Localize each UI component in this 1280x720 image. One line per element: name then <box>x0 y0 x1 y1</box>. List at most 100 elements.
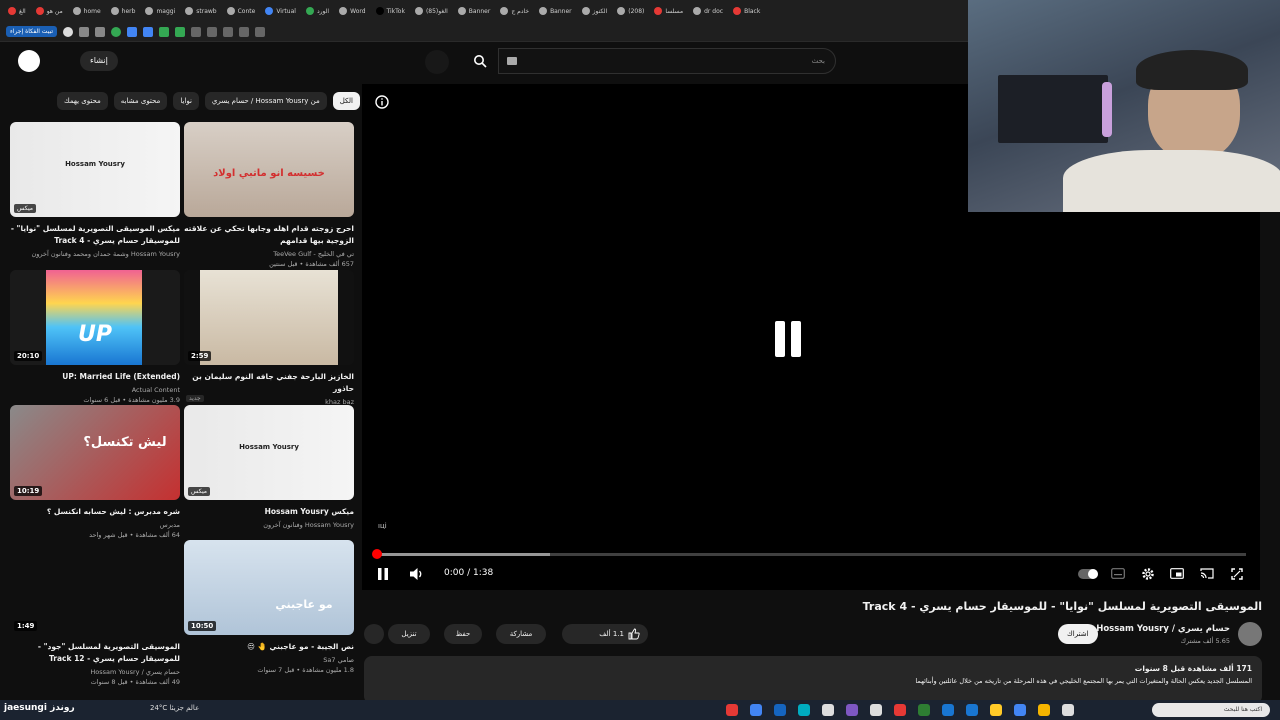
card-title[interactable]: الخازيز البارحة جفني جافه النوم سليمان ب… <box>184 371 354 395</box>
card-title[interactable]: الموسيقى التصويرية لمسلسل "جود" - للموسي… <box>10 641 180 665</box>
filter-chip[interactable]: محتوى يهمك <box>56 92 108 110</box>
bookmark-icon[interactable] <box>63 26 73 37</box>
browser-tab[interactable]: Conte <box>223 2 260 20</box>
channel-avatar[interactable] <box>1238 622 1262 646</box>
miniplayer-icon[interactable] <box>1170 568 1184 579</box>
taskbar-search[interactable]: اكتب هنا للبحث <box>1152 703 1270 717</box>
bookmark-icon[interactable] <box>207 26 217 37</box>
recommendation-card[interactable]: 1:49 الموسيقى التصويرية لمسلسل "جود" - لل… <box>10 540 180 686</box>
card-channel[interactable]: Hossam Yousry وفنانون آخرون <box>184 520 354 530</box>
taskbar-app-icon[interactable] <box>990 704 1002 716</box>
card-title[interactable]: UP: Married Life (Extended) <box>10 371 180 383</box>
recommendation-card[interactable]: Hossam Yousry ميكس ميكس الموسيقى التصويرية… <box>10 122 180 262</box>
card-title[interactable]: ميكس الموسيقى التصويرية لمسلسل "نوايا" -… <box>10 223 180 247</box>
video-thumbnail[interactable]: مو عاجبني 10:50 <box>184 540 354 635</box>
progress-scrubber[interactable] <box>372 549 382 559</box>
autoplay-toggle[interactable] <box>1078 569 1098 579</box>
browser-tab[interactable]: (85)الغو <box>411 2 452 20</box>
taskbar-app-icon[interactable] <box>966 704 978 716</box>
taskbar-app-icon[interactable] <box>1038 704 1050 716</box>
browser-tab[interactable]: Banner <box>535 2 576 20</box>
browser-tab[interactable]: Black <box>729 2 764 20</box>
account-avatar[interactable] <box>18 50 40 72</box>
video-thumbnail[interactable]: 1:49 <box>10 540 180 635</box>
subscribe-button[interactable]: اشتراك <box>1058 624 1098 644</box>
bookmark-icon[interactable] <box>255 26 265 37</box>
browser-tab[interactable]: من هو <box>32 2 67 20</box>
recommendation-card[interactable]: خسيسه انو ماتبي اولاد احرج زوجته قدام اهل… <box>184 122 354 268</box>
bookmark-action-button[interactable]: تبيت الفكاة إجراء <box>6 26 57 37</box>
search-button[interactable] <box>462 48 498 74</box>
recommendation-card[interactable]: مو عاجبني 10:50 نص الجيبة - مو عاجبني 🤚 😒 ص… <box>184 540 354 680</box>
filter-chip[interactable]: محتوى مشابه <box>113 92 168 110</box>
more-actions-button[interactable] <box>364 624 384 644</box>
filter-chip[interactable]: من Hossam Yousry / حسام يسري <box>204 92 327 110</box>
taskbar-app-icon[interactable] <box>822 704 834 716</box>
bookmark-icon[interactable] <box>143 26 153 37</box>
like-dislike-button[interactable]: 1.1 ألف <box>562 624 648 644</box>
browser-tab[interactable]: Banner <box>454 2 495 20</box>
browser-tab[interactable]: الكنوز <box>578 2 612 20</box>
filter-chip[interactable]: الكل <box>332 92 360 110</box>
progress-bar[interactable] <box>372 549 1246 559</box>
channel-name[interactable]: حسام يسري / Hossam Yousry <box>1096 624 1230 634</box>
recommendation-card[interactable]: UP 20:10 UP: Married Life (Extended) Actual… <box>10 270 180 410</box>
video-thumbnail[interactable]: 2:59 <box>184 270 354 365</box>
share-button[interactable]: مشاركة <box>496 624 546 644</box>
bookmark-icon[interactable] <box>79 26 89 37</box>
bookmark-icon[interactable] <box>127 26 137 37</box>
taskbar-app-icon[interactable] <box>894 704 906 716</box>
pause-overlay-icon[interactable] <box>775 321 803 357</box>
taskbar-app-icon[interactable] <box>870 704 882 716</box>
video-thumbnail[interactable]: Hossam Yousry ميكس <box>184 405 354 500</box>
description-box[interactable]: 171 ألف مشاهدة قبل 8 سنوات المسلسل الجدي… <box>364 656 1262 704</box>
browser-tab[interactable]: maggi <box>141 2 179 20</box>
taskbar-app-icon[interactable] <box>774 704 786 716</box>
card-title[interactable]: نص الجيبة - مو عاجبني 🤚 😒 <box>184 641 354 653</box>
settings-gear-icon[interactable] <box>1141 567 1155 581</box>
card-channel[interactable]: صامي Sa7 <box>184 655 354 665</box>
card-title[interactable]: احرج زوجته قدام اهله وجابها تحكي عن علاق… <box>184 223 354 247</box>
filter-chip[interactable]: نوايا <box>173 92 199 110</box>
taskbar-app-icon[interactable] <box>918 704 930 716</box>
browser-tab[interactable]: TikTok <box>372 2 409 20</box>
create-button[interactable]: إنشاء <box>80 51 118 71</box>
info-icon[interactable] <box>375 95 389 109</box>
bookmark-icon[interactable] <box>223 26 233 37</box>
taskbar-app-icon[interactable] <box>942 704 954 716</box>
recommendation-card[interactable]: Hossam Yousry ميكس ميكس Hossam Yousry Hossa… <box>184 405 354 545</box>
card-title[interactable]: شره مدبرس : ليش حسابه انكنسل ؟ <box>10 506 180 518</box>
bookmark-icon[interactable] <box>175 26 185 37</box>
recommendation-card[interactable]: 2:59 الخازيز البارحة جفني جافه النوم سليم… <box>184 270 354 416</box>
taskbar-app-icon[interactable] <box>1014 704 1026 716</box>
card-channel[interactable]: مدبرس <box>10 520 180 530</box>
pause-icon[interactable] <box>378 568 388 580</box>
video-thumbnail[interactable]: خسيسه انو ماتبي اولاد <box>184 122 354 217</box>
voice-search-button[interactable] <box>425 50 449 74</box>
bookmark-icon[interactable] <box>95 26 105 37</box>
taskbar-app-icon[interactable] <box>798 704 810 716</box>
browser-tab[interactable]: home <box>69 2 105 20</box>
browser-tab[interactable]: (208) <box>613 2 648 20</box>
browser-tab[interactable]: dr doc <box>689 2 727 20</box>
browser-tab[interactable]: Word <box>335 2 369 20</box>
browser-tab[interactable]: الغ <box>4 2 30 20</box>
browser-tab[interactable]: herb <box>107 2 140 20</box>
bookmark-icon[interactable] <box>191 26 201 37</box>
fullscreen-icon[interactable] <box>1231 568 1243 580</box>
bookmark-icon[interactable] <box>159 26 169 37</box>
taskbar-app-icon[interactable] <box>1062 704 1074 716</box>
video-thumbnail[interactable]: Hossam Yousry ميكس <box>10 122 180 217</box>
keyboard-icon[interactable] <box>507 57 517 65</box>
save-button[interactable]: حفظ <box>444 624 482 644</box>
browser-tab[interactable]: الورد <box>302 2 333 20</box>
recommendation-card[interactable]: ليش تكنسل؟ 10:19 شره مدبرس : ليش حسابه انك… <box>10 405 180 545</box>
taskbar-app-icon[interactable] <box>750 704 762 716</box>
channel-watermark[interactable]: ıцi <box>378 522 396 540</box>
browser-tab[interactable]: خادم ج <box>496 2 533 20</box>
cast-icon[interactable] <box>1200 568 1214 579</box>
subtitles-icon[interactable] <box>1111 568 1125 579</box>
card-channel[interactable]: تي في الخليج - TeeVee Gulf <box>184 249 354 259</box>
video-thumbnail[interactable]: UP 20:10 <box>10 270 180 365</box>
search-input[interactable]: بحث <box>498 48 836 74</box>
